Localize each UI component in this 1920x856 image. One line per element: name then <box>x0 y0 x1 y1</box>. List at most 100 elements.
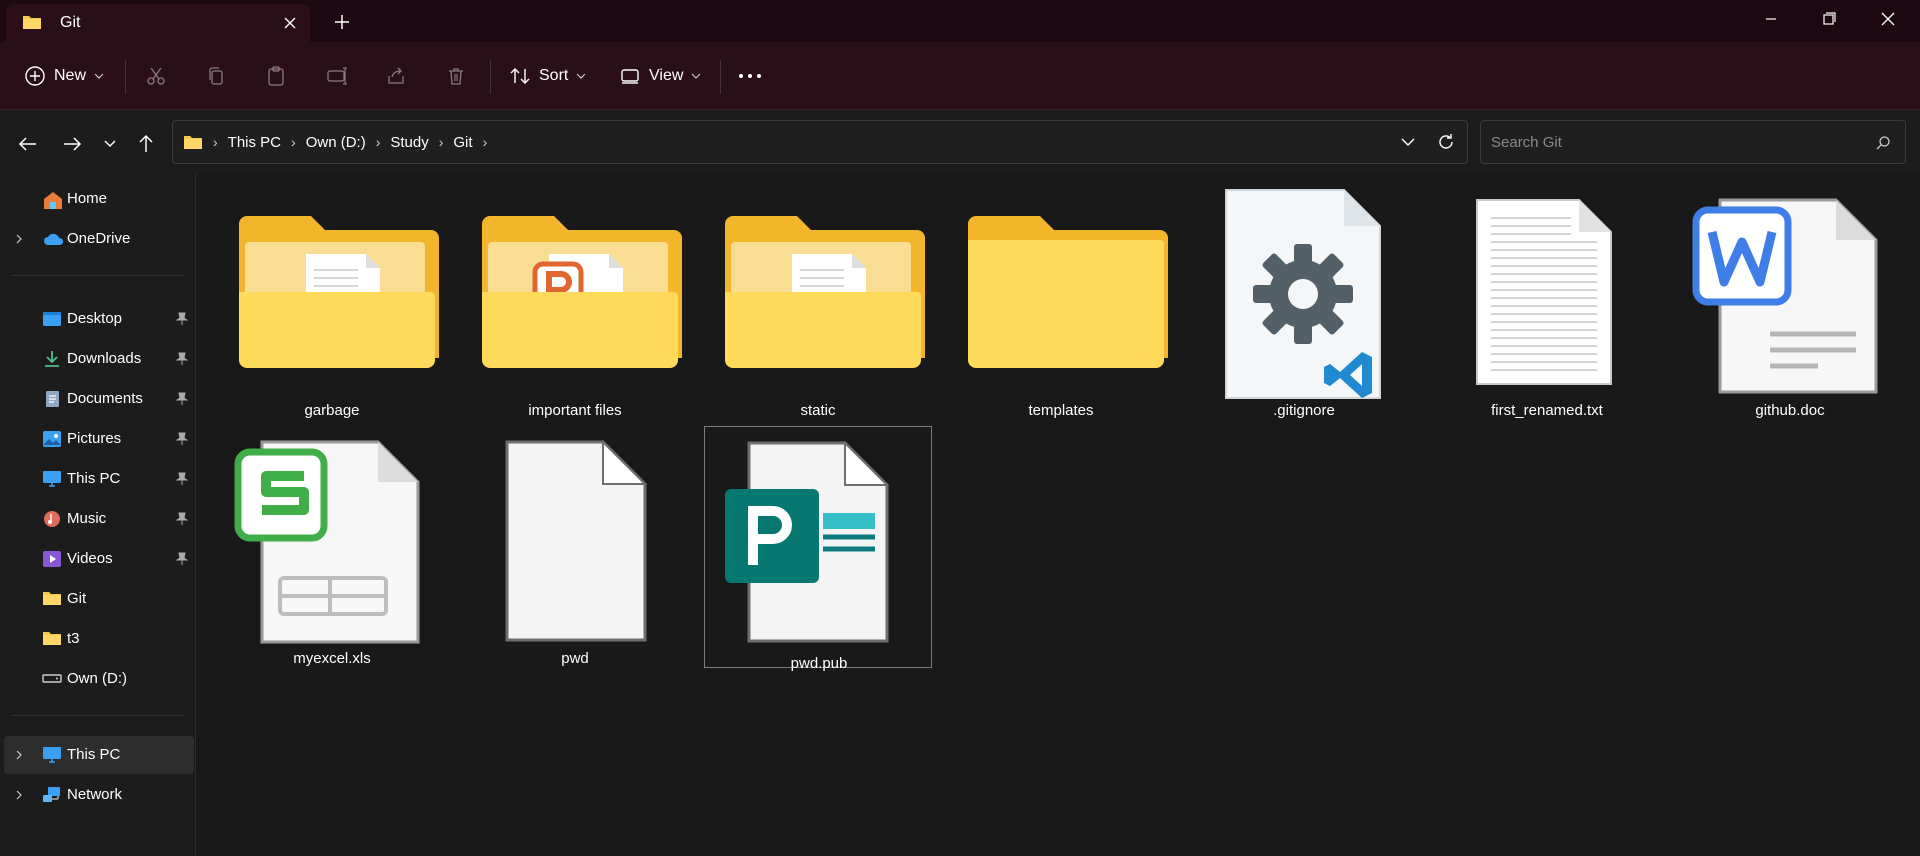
pin-icon[interactable] <box>175 352 189 370</box>
sidebar-item-own-d[interactable]: Own (D:) <box>0 660 194 698</box>
view-icon <box>621 69 639 84</box>
file-name: templates <box>1028 402 1094 419</box>
breadcrumb-git[interactable]: Git <box>453 134 472 151</box>
publisher-file-icon <box>725 440 890 643</box>
search-input[interactable]: Search Git <box>1480 120 1906 164</box>
sidebar-label: This PC <box>67 470 121 487</box>
sort-label: Sort <box>539 67 569 84</box>
toolbar-divider <box>490 60 491 94</box>
sidebar-item-videos[interactable]: Videos <box>0 540 194 578</box>
sidebar-item-music[interactable]: Music <box>0 500 194 538</box>
folder-item-templates[interactable]: templates <box>947 174 1175 419</box>
copy-button[interactable] <box>206 56 226 96</box>
share-button[interactable] <box>386 56 406 96</box>
folder-item-garbage[interactable]: garbage <box>218 174 446 419</box>
network-icon <box>42 786 62 804</box>
folder-with-presentation-icon <box>482 216 682 368</box>
breadcrumb-study[interactable]: Study <box>390 134 428 151</box>
tab-title: Git <box>60 14 81 31</box>
breadcrumb-this-pc[interactable]: This PC <box>228 134 281 151</box>
sidebar-item-downloads[interactable]: Downloads <box>0 340 194 378</box>
sidebar-item-t3[interactable]: t3 <box>0 620 194 658</box>
chevron-right-icon[interactable] <box>14 232 24 249</box>
chevron-right-icon[interactable] <box>14 748 24 765</box>
sidebar-item-home[interactable]: Home <box>0 180 194 218</box>
chevron-down-icon[interactable] <box>1399 131 1417 158</box>
sidebar-label: Music <box>67 510 107 527</box>
sidebar-label: Desktop <box>67 310 123 327</box>
chevron-down-icon <box>691 73 701 79</box>
pin-icon[interactable] <box>175 312 189 330</box>
chevron-right-icon: › <box>213 134 218 150</box>
file-name: important files <box>528 402 622 419</box>
pin-icon[interactable] <box>175 512 189 530</box>
sidebar-item-documents[interactable]: Documents <box>0 380 194 418</box>
file-name: first_renamed.txt <box>1491 402 1603 419</box>
forward-icon[interactable] <box>56 130 88 158</box>
new-button[interactable]: New <box>24 56 104 96</box>
file-name: static <box>800 402 836 419</box>
word-document-icon <box>1692 198 1878 394</box>
chevron-right-icon[interactable]: › <box>483 134 488 150</box>
chevron-right-icon[interactable] <box>14 788 24 805</box>
blank-file-icon <box>505 439 648 642</box>
folder-icon <box>22 14 42 35</box>
chevron-right-icon[interactable]: › <box>291 134 296 150</box>
pin-icon[interactable] <box>175 472 189 490</box>
sidebar-item-network[interactable]: Network <box>0 776 194 814</box>
close-tab-icon[interactable] <box>276 11 304 35</box>
sidebar-item-git[interactable]: Git <box>0 580 194 618</box>
pin-icon[interactable] <box>175 392 189 410</box>
paste-button[interactable] <box>266 56 286 96</box>
address-bar[interactable]: › This PC › Own (D:) › Study › Git › <box>172 120 1468 164</box>
sidebar-item-this-pc[interactable]: This PC <box>4 736 194 774</box>
file-name: pwd.pub <box>790 655 848 672</box>
delete-button[interactable] <box>446 56 466 96</box>
sidebar-label: Downloads <box>67 350 142 367</box>
file-item-gitignore[interactable]: .gitignore <box>1190 174 1418 419</box>
up-icon[interactable] <box>130 130 162 158</box>
chevron-right-icon[interactable]: › <box>439 134 444 150</box>
download-icon <box>42 350 62 368</box>
sort-button[interactable]: Sort <box>509 56 586 96</box>
sidebar-label: Home <box>67 190 108 207</box>
file-item-first-renamed-txt[interactable]: first_renamed.txt <box>1433 174 1661 419</box>
file-name: github.doc <box>1755 402 1825 419</box>
restore-icon[interactable] <box>1800 0 1858 40</box>
sidebar-item-desktop[interactable]: Desktop <box>0 300 194 338</box>
chevron-right-icon[interactable]: › <box>376 134 381 150</box>
pin-icon[interactable] <box>175 552 189 570</box>
recent-locations-icon[interactable] <box>94 130 126 158</box>
close-window-icon[interactable] <box>1858 0 1916 40</box>
cloud-icon <box>42 230 64 248</box>
minimize-icon[interactable] <box>1742 0 1800 40</box>
rename-button[interactable] <box>326 56 348 96</box>
cut-button[interactable] <box>146 56 166 96</box>
file-item-pwd[interactable]: pwd <box>461 422 689 667</box>
refresh-icon[interactable] <box>1435 131 1457 158</box>
new-tab-icon[interactable] <box>328 10 356 34</box>
file-item-pwd-pub[interactable]: pwd.pub <box>704 426 932 672</box>
file-item-github-doc[interactable]: github.doc <box>1676 174 1904 419</box>
back-icon[interactable] <box>12 130 44 158</box>
sidebar-label: Documents <box>67 390 143 407</box>
file-name: garbage <box>304 402 360 419</box>
sidebar-item-pictures[interactable]: Pictures <box>0 420 194 458</box>
breadcrumb-own-d[interactable]: Own (D:) <box>306 134 366 151</box>
chevron-down-icon <box>576 73 586 79</box>
file-item-myexcel-xls[interactable]: myexcel.xls <box>218 422 446 667</box>
folder-icon <box>42 590 62 608</box>
navigation-pane: Home OneDrive Desktop Downloads Document… <box>0 174 196 856</box>
toolbar-divider <box>720 60 721 94</box>
view-button[interactable]: View <box>619 56 701 96</box>
search-icon[interactable] <box>1875 135 1891 156</box>
sidebar-item-this-pc-pinned[interactable]: This PC <box>0 460 194 498</box>
sidebar-item-onedrive[interactable]: OneDrive <box>0 220 194 258</box>
pin-icon[interactable] <box>175 432 189 450</box>
more-options-button[interactable] <box>737 56 763 96</box>
tab-git[interactable]: Git <box>6 4 310 42</box>
folder-item-static[interactable]: static <box>704 174 932 419</box>
computer-icon <box>42 746 62 764</box>
folder-item-important-files[interactable]: important files <box>461 174 689 419</box>
cut-icon <box>147 67 165 85</box>
